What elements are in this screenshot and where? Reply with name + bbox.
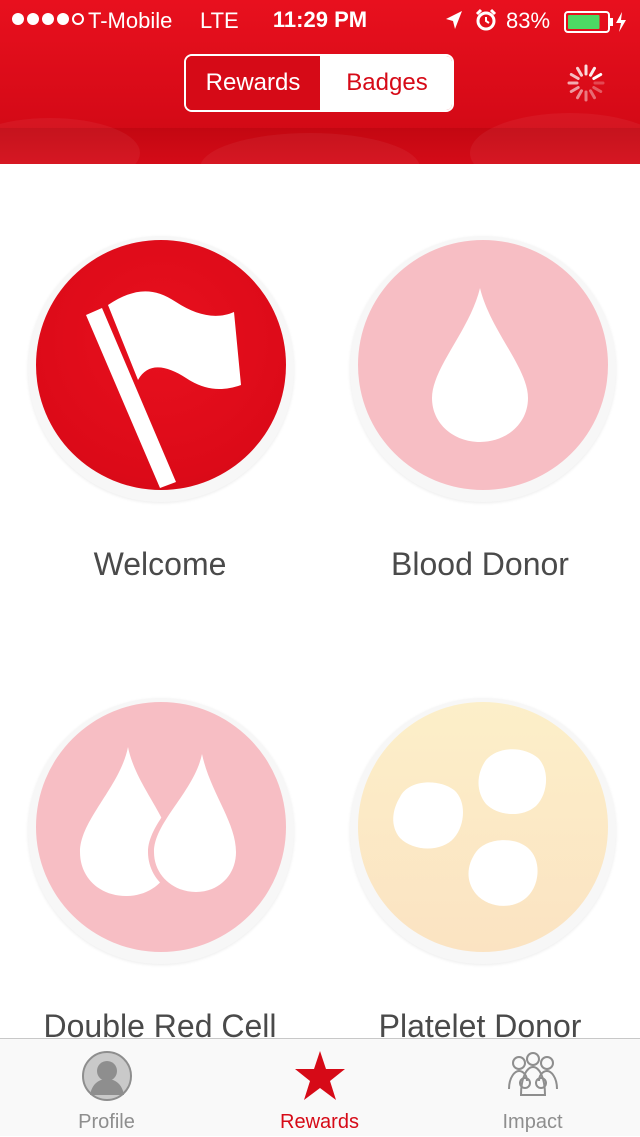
loading-spinner-icon [566,63,606,108]
location-arrow-icon [444,9,464,37]
tab-rewards[interactable]: Rewards [213,1039,426,1137]
badge-blood-donor-circle [358,240,608,490]
header: T-Mobile LTE 11:29 PM 83% Rewards Badges [0,0,640,164]
badge-platelet-donor-circle [358,702,608,952]
header-band [0,113,640,164]
badge-blood-donor-label: Blood Donor [391,546,569,582]
battery-charging-icon [564,10,630,40]
badge-welcome-label: Welcome [93,546,227,582]
blood-drop-icon [432,288,528,442]
segment-rewards[interactable]: Rewards [186,56,322,110]
tab-profile-label: Profile [78,1111,135,1133]
people-icon [426,1049,639,1108]
profile-icon [0,1049,213,1108]
tab-impact[interactable]: Impact [426,1039,639,1137]
tab-rewards-label: Rewards [280,1111,359,1133]
badge-welcome-circle [36,240,286,490]
star-icon [213,1049,426,1108]
platelet-icon [393,749,547,906]
segment-badges[interactable]: Badges [322,56,452,110]
badge-double-red-cell-circle [36,702,286,952]
tab-profile[interactable]: Profile [0,1039,213,1137]
double-drop-icon [80,747,242,898]
tab-impact-label: Impact [502,1111,563,1133]
flag-icon [86,291,241,488]
battery-percentage: 83% [506,8,551,33]
tab-bar: Profile Rewards Impact [0,1038,640,1136]
segmented-control: Rewards Badges [184,54,454,112]
alarm-clock-icon [474,8,498,38]
status-bar: T-Mobile LTE 11:29 PM 83% [0,0,640,40]
